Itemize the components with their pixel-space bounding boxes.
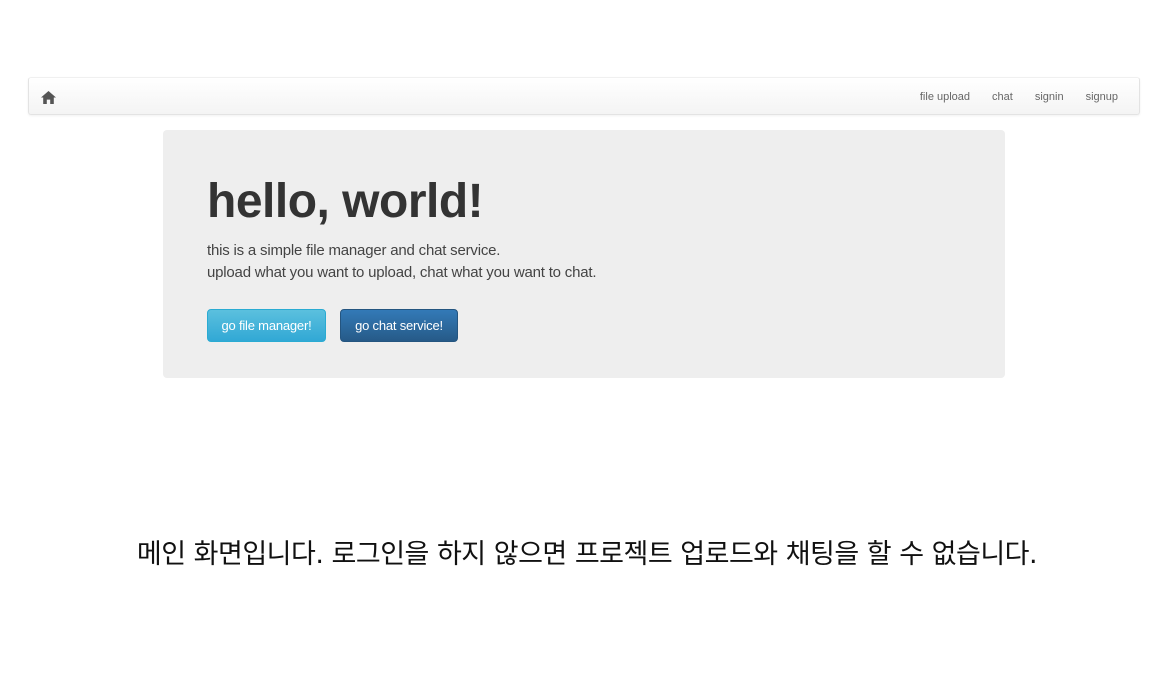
nav-link-signin[interactable]: signin: [1024, 78, 1075, 116]
go-file-manager-button[interactable]: go file manager!: [207, 309, 326, 342]
screenshot-caption: 메인 화면입니다. 로그인을 하지 않으면 프로젝트 업로드와 채팅을 할 수 …: [136, 539, 1038, 570]
nav-link-signup[interactable]: signup: [1075, 78, 1129, 116]
hero-description-line-2: upload what you want to upload, chat wha…: [207, 264, 597, 281]
home-icon: [40, 90, 56, 104]
go-chat-service-button[interactable]: go chat service!: [340, 309, 458, 342]
jumbotron: hello, world! this is a simple file mana…: [163, 130, 1005, 378]
hero-title: hello, world!: [207, 175, 484, 228]
top-navbar: file upload chat signin signup: [28, 77, 1140, 115]
nav-link-chat[interactable]: chat: [981, 78, 1024, 116]
nav-link-file-upload[interactable]: file upload: [909, 78, 981, 116]
hero-description-line-1: this is a simple file manager and chat s…: [207, 242, 501, 259]
nav-links: file upload chat signin signup: [909, 78, 1129, 116]
home-link[interactable]: [38, 87, 58, 107]
